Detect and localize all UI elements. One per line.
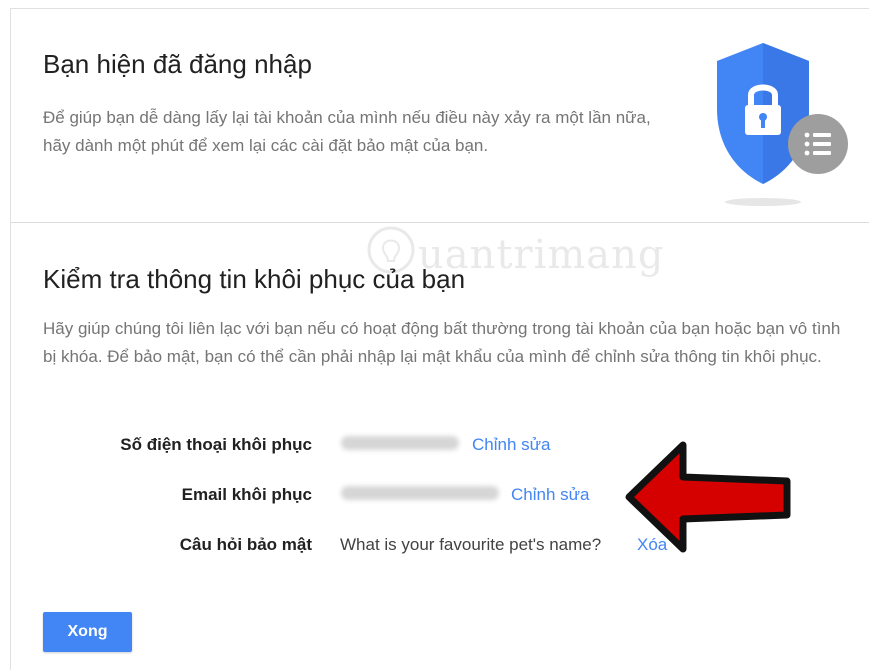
recovery-phone-value [341,435,459,455]
security-checkup-card: Bạn hiện đã đăng nhập Để giúp bạn dễ dàn… [10,8,869,670]
done-button[interactable]: Xong [43,612,132,652]
recovery-phone-label: Số điện thoại khôi phục [120,435,312,454]
red-arrow-annotation [621,437,796,557]
security-question-label: Câu hỏi bảo mật [179,535,312,554]
signed-in-section: Bạn hiện đã đăng nhập Để giúp bạn dễ dàn… [11,9,869,223]
edit-phone-link[interactable]: Chỉnh sửa [472,435,550,455]
signed-in-description: Để giúp bạn dễ dàng lấy lại tài khoản củ… [43,108,651,155]
security-question-value: What is your favourite pet's name? [340,535,602,554]
shield-lock-icon [706,39,851,214]
recovery-email-label: Email khôi phục [181,485,312,504]
recovery-email-value [341,485,499,505]
page-title: Bạn hiện đã đăng nhập [43,49,312,79]
edit-email-link[interactable]: Chỉnh sửa [511,485,589,505]
recovery-description: Hãy giúp chúng tôi liên lạc với bạn nếu … [43,319,841,366]
recovery-title: Kiểm tra thông tin khôi phục của bạn [43,264,466,294]
